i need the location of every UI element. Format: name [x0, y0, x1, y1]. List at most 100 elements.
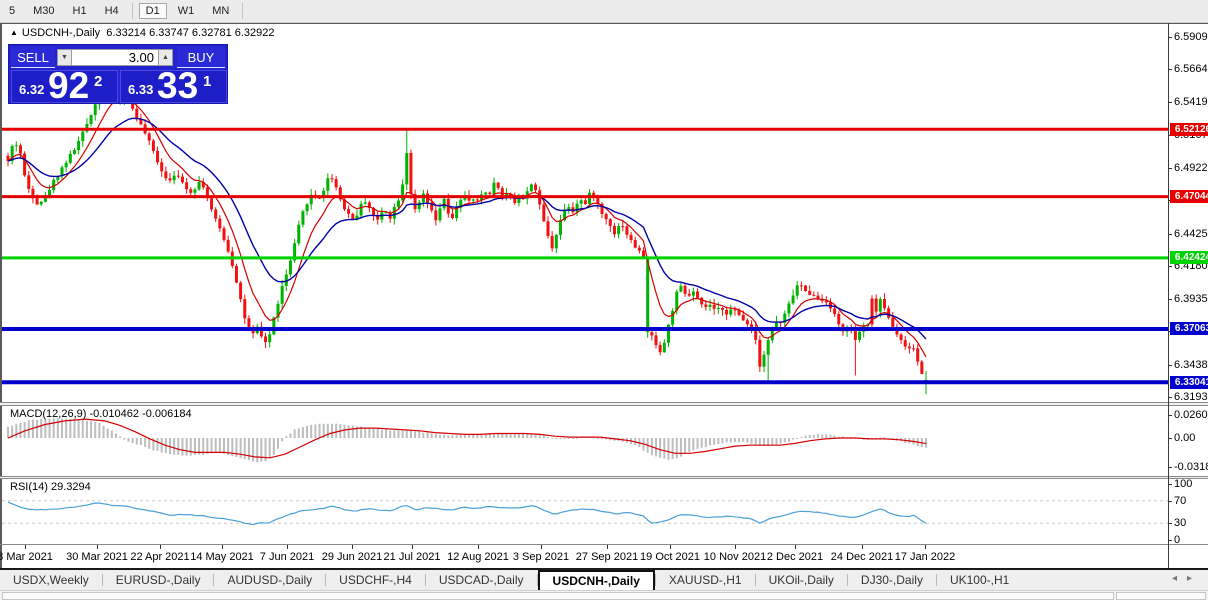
level-price-tag: 6.52126 [1170, 122, 1208, 136]
buy-price-big: 33 [157, 65, 199, 106]
date-tick-label: 14 May 2021 [190, 551, 254, 563]
sell-price-sup: 2 [94, 73, 103, 90]
date-tick-mark [287, 545, 288, 549]
chart-tab-xauusd-h1[interactable]: XAUUSD-,H1 [656, 570, 755, 590]
date-tick-label: 3 Sep 2021 [512, 551, 570, 563]
date-tick-label: 29 Jun 2021 [321, 551, 383, 563]
chart-tab-usdx-weekly[interactable]: USDX,Weekly [0, 570, 102, 590]
price-axis-divider [1168, 23, 1169, 568]
price-tick-label: 6.39350 [1174, 292, 1208, 305]
axis-tick-mark [1168, 69, 1172, 71]
axis-tick-mark [1168, 523, 1172, 525]
axis-tick-mark [1168, 266, 1172, 268]
mt4-application: 5 M30 H1 H4 D1 W1 MN ▲ USDCNH-,Daily 6.33214 6.… [0, 0, 1208, 600]
chart-tab-dj30-daily[interactable]: DJ30-,Daily [848, 570, 936, 590]
buy-price-small: 6.33 [128, 82, 154, 97]
tab-scroll-arrows[interactable]: ◂▸ [1172, 573, 1202, 584]
date-tick-mark [222, 545, 223, 549]
price-tick-label: 6.56640 [1174, 63, 1208, 76]
chart-tab-usdcad-daily[interactable]: USDCAD-,Daily [426, 570, 537, 590]
axis-tick-mark [1168, 414, 1172, 416]
chart-tab-eurusd-daily[interactable]: EURUSD-,Daily [103, 570, 214, 590]
date-tick-mark [925, 545, 926, 549]
date-tick-label: 10 Nov 2021 [703, 551, 767, 563]
macd-layer [7, 418, 927, 463]
date-tick-label: 12 Aug 2021 [447, 551, 509, 563]
date-tick-label: 7 Jun 2021 [259, 551, 315, 563]
rsi-layer [2, 500, 1168, 526]
price-tick-label: 6.31930 [1174, 391, 1208, 404]
axis-tick-mark [1168, 233, 1172, 235]
sell-price-big: 92 [48, 65, 90, 106]
date-tick-label: 24 Dec 2021 [830, 551, 894, 563]
volume-input[interactable]: 3.00 [72, 48, 158, 66]
chart-tab-usdchf-h4[interactable]: USDCHF-,H4 [326, 570, 425, 590]
axis-tick-mark [1168, 397, 1172, 399]
level-price-tag: 6.33041 [1170, 375, 1208, 389]
axis-tick-mark [1168, 167, 1172, 169]
date-tick-mark [795, 545, 796, 549]
axis-tick-mark [1168, 500, 1172, 502]
date-tick-label: 30 Mar 2021 [66, 551, 128, 563]
axis-tick-mark [1168, 484, 1172, 485]
rsi-tick-label: 70 [1174, 494, 1187, 507]
date-tick-mark [97, 545, 98, 549]
rsi-tick-label: 30 [1174, 517, 1187, 530]
rsi-tick-label: 100 [1174, 478, 1193, 490]
status-bar [0, 590, 1208, 600]
price-tick-label: 6.54190 [1174, 95, 1208, 108]
date-tick-mark [862, 545, 863, 549]
date-tick-mark [25, 545, 26, 549]
date-tick-mark [160, 545, 161, 549]
candles-layer [6, 78, 928, 395]
price-tick-label: 6.59090 [1174, 31, 1208, 43]
chart-tab-uk100-h1[interactable]: UK100-,H1 [937, 570, 1022, 590]
chart-tab-usdcnh-daily[interactable]: USDCNH-,Daily [537, 570, 655, 590]
date-tick-label: 17 Jan 2022 [894, 551, 956, 563]
macd-pane-separator[interactable] [0, 402, 1208, 406]
rsi-tick-label: 0 [1174, 534, 1181, 546]
axis-tick-mark [1168, 364, 1172, 366]
level-price-tag: 6.37063 [1170, 322, 1208, 336]
date-tick-label: 22 Apr 2021 [130, 551, 190, 563]
sell-price-small: 6.32 [19, 82, 45, 97]
price-tick-label: 6.49220 [1174, 161, 1208, 174]
date-tick-mark [735, 545, 736, 549]
axis-tick-mark [1168, 466, 1172, 468]
axis-tick-mark [1168, 438, 1172, 439]
chart-tab-bar: USDX,Weekly EURUSD-,Daily AUDUSD-,Daily USD… [0, 570, 1208, 590]
rsi-pane-separator[interactable] [0, 476, 1208, 479]
macd-tick-label: 0.00 [1174, 432, 1196, 444]
date-axis-separator [0, 544, 1208, 545]
price-tick-label: 6.44250 [1174, 227, 1208, 240]
macd-tick-label: 0.02607 [1174, 408, 1208, 421]
date-tick-label: 19 Oct 2021 [640, 551, 700, 563]
date-tick-mark [541, 545, 542, 549]
date-tick-mark [670, 545, 671, 549]
volume-decrease-button[interactable]: ▼ [57, 48, 72, 66]
price-tick-label: 6.34380 [1174, 358, 1208, 371]
tab-scroll-left-icon[interactable]: ◂ [1172, 573, 1187, 584]
date-tick-label: 8 Mar 2021 [0, 551, 53, 563]
axis-tick-mark [1168, 298, 1172, 300]
axis-tick-mark [1168, 101, 1172, 103]
date-tick-mark [352, 545, 353, 549]
level-price-tag: 6.47044 [1170, 190, 1208, 204]
date-tick-mark [607, 545, 608, 549]
date-tick-mark [412, 545, 413, 549]
sell-price-box[interactable]: 6.32 92 2 [11, 65, 118, 106]
status-cell-left [2, 592, 1114, 600]
axis-tick-mark [1168, 540, 1172, 541]
volume-increase-button[interactable]: ▲ [158, 48, 173, 66]
chart-tab-ukoil-daily[interactable]: UKOil-,Daily [756, 570, 847, 590]
axis-tick-mark [1168, 37, 1172, 38]
status-cell-right [1116, 592, 1206, 600]
date-tick-label: 21 Jul 2021 [383, 551, 441, 563]
buy-price-sup: 1 [203, 73, 212, 90]
buy-price-box[interactable]: 6.33 33 1 [120, 65, 227, 106]
macd-tick-label: -0.03187 [1174, 460, 1208, 473]
one-click-trade-panel: SELL ▼ 3.00 ▲ BUY 6.32 92 2 6.33 33 1 [8, 44, 228, 104]
date-tick-mark [478, 545, 479, 549]
tab-scroll-right-icon[interactable]: ▸ [1187, 573, 1202, 584]
chart-tab-audusd-daily[interactable]: AUDUSD-,Daily [214, 570, 325, 590]
